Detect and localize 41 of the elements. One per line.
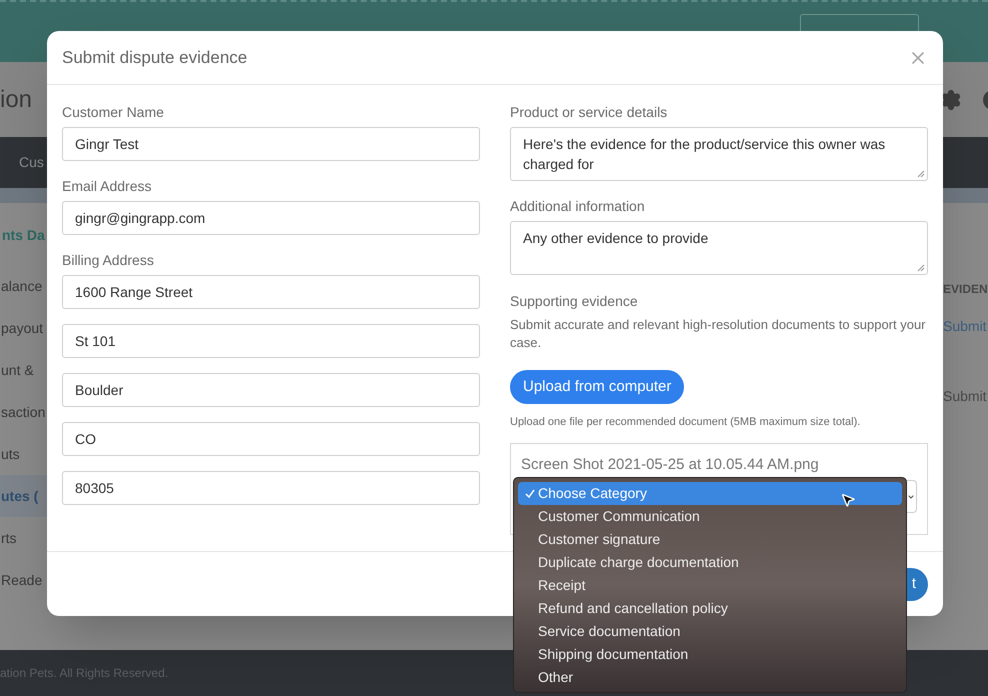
sidebar-heading: nts Da bbox=[1, 226, 45, 245]
field-label: Customer Name bbox=[62, 103, 164, 122]
menu-option[interactable]: Service documentation bbox=[518, 620, 902, 643]
text-field[interactable]: Boulder bbox=[62, 373, 480, 407]
upload-note: Upload one file per recommended document (5MB maximum size total). bbox=[510, 415, 860, 430]
sidebar-item[interactable]: unt & bbox=[0, 349, 47, 391]
field-label: Additional information bbox=[510, 197, 645, 216]
upload-button[interactable]: Upload from computer bbox=[510, 370, 684, 404]
sidebar-item[interactable]: rts bbox=[0, 517, 47, 559]
text-area[interactable]: Here's the evidence for the product/service this owner was charged for bbox=[510, 127, 928, 181]
table-cell-text: Submit bbox=[943, 387, 988, 406]
field-label: Product or service details bbox=[510, 103, 668, 122]
text-field[interactable]: St 101 bbox=[62, 324, 480, 358]
menu-option[interactable]: Receipt bbox=[518, 574, 902, 597]
sidebar-item[interactable]: Reade bbox=[0, 559, 47, 601]
text-area[interactable]: Any other evidence to provide bbox=[510, 221, 928, 275]
field-label: Email Address bbox=[62, 177, 152, 196]
nav-tab[interactable]: Cus bbox=[19, 152, 44, 173]
text-field[interactable]: 80305 bbox=[62, 471, 480, 505]
modal-title: Submit dispute evidence bbox=[62, 46, 248, 69]
menu-option[interactable]: Choose Category bbox=[518, 482, 902, 505]
text-field[interactable]: Gingr Test bbox=[62, 127, 480, 161]
menu-option[interactable]: Customer signature bbox=[518, 528, 902, 551]
file-name: Screen Shot 2021-05-25 at 10.05.44 AM.png bbox=[521, 454, 819, 474]
page-title: ion bbox=[0, 84, 32, 114]
column-header: EVIDEN bbox=[943, 281, 988, 298]
menu-option[interactable]: Refund and cancellation policy bbox=[518, 597, 902, 620]
sidebar-item[interactable]: payout bbox=[0, 307, 47, 349]
menu-option[interactable]: Duplicate charge documentation bbox=[518, 551, 902, 574]
menu-option[interactable]: Customer Communication bbox=[518, 505, 902, 528]
field-label: Supporting evidence bbox=[510, 292, 638, 311]
text-field[interactable]: CO bbox=[62, 422, 480, 456]
sidebar-item[interactable]: uts bbox=[0, 433, 47, 475]
sidebar-item[interactable]: saction bbox=[0, 391, 47, 433]
text-field[interactable]: gingr@gingrapp.com bbox=[62, 201, 480, 235]
field-label: Billing Address bbox=[62, 251, 154, 270]
text-field[interactable]: 1600 Range Street bbox=[62, 275, 480, 309]
menu-option[interactable]: Other bbox=[518, 666, 902, 689]
description-text: Submit accurate and relevant high-resolution documents to support your case. bbox=[510, 316, 927, 352]
sidebar-item[interactable]: alance bbox=[0, 265, 47, 307]
menu-option[interactable]: Shipping documentation bbox=[518, 643, 902, 666]
